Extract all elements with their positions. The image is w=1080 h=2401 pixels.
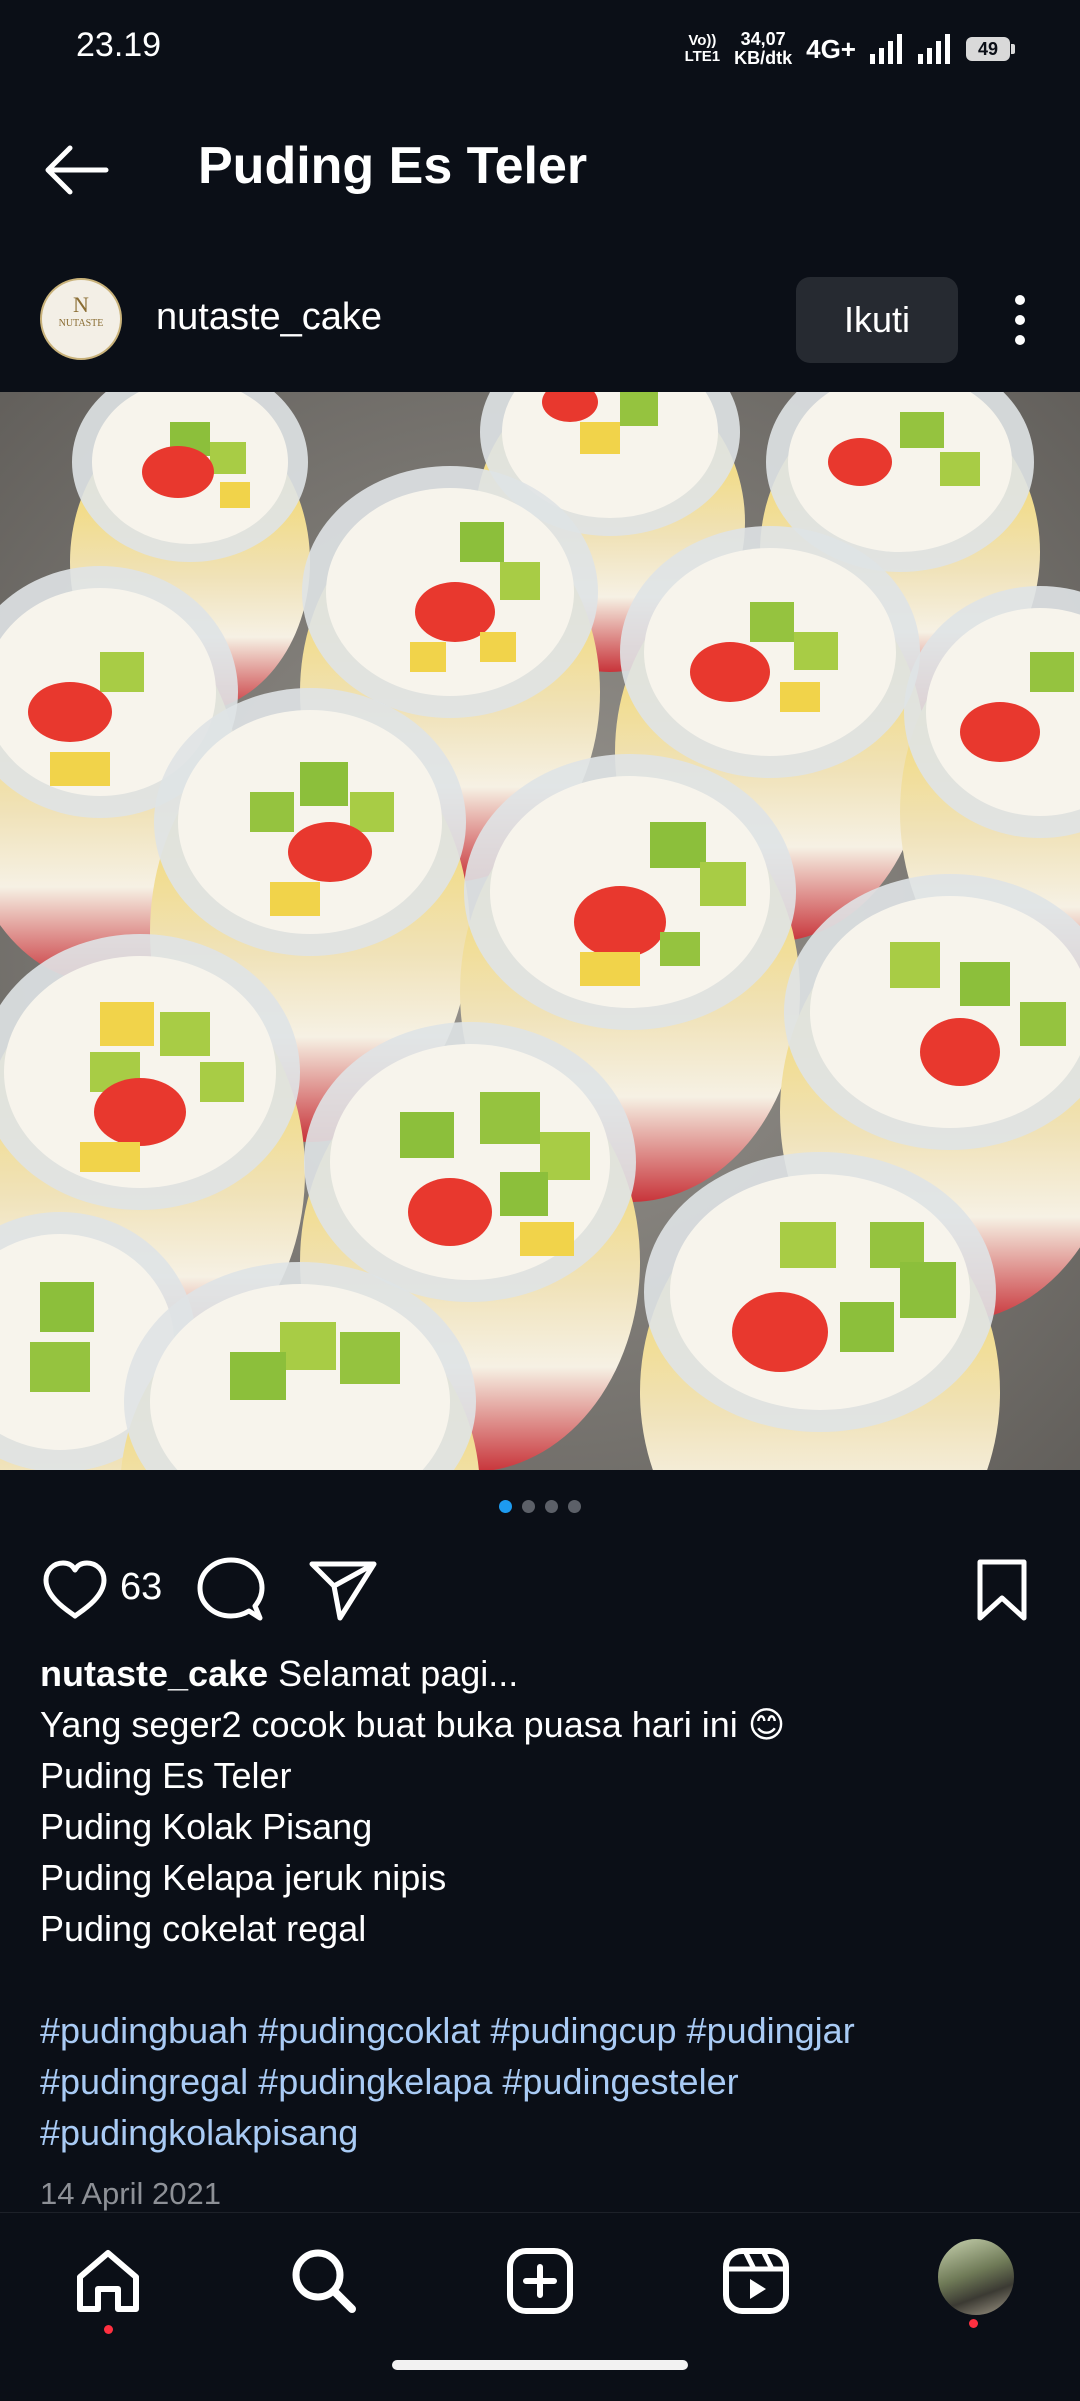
nav-reels[interactable] <box>716 2241 796 2321</box>
send-icon <box>309 1561 377 1621</box>
post-actions: 63 <box>0 1540 1080 1636</box>
nav-search[interactable] <box>284 2241 364 2321</box>
more-vertical-icon <box>1015 295 1025 345</box>
like-button[interactable] <box>40 1558 110 1622</box>
status-bar: 23.19 Vo)) LTE1 34,07 KB/dtk 4G+ 49 <box>0 0 1080 96</box>
home-icon <box>77 2250 139 2312</box>
caption-line: Yang seger2 cocok buat buka puasa hari i… <box>40 1704 786 1745</box>
create-icon <box>507 2248 573 2314</box>
bookmark-icon <box>977 1559 1027 1621</box>
header: Puding Es Teler <box>0 96 1080 246</box>
carousel-dot-active <box>499 1500 512 1513</box>
battery-indicator: 49 <box>966 37 1015 61</box>
hashtag-line[interactable]: #pudingbuah #pudingcoklat #pudingcup #pu… <box>40 2005 1040 2056</box>
signal-icon-2 <box>918 34 950 64</box>
hashtag-line[interactable]: #pudingkolakpisang <box>40 2107 1040 2158</box>
follow-button[interactable]: Ikuti <box>796 277 958 363</box>
bottom-navigation <box>0 2212 1080 2401</box>
caption-line: Puding Kolak Pisang <box>40 1806 373 1847</box>
network-speed: 34,07 KB/dtk <box>734 30 792 68</box>
avatar-logo: N NUTASTE <box>52 292 110 346</box>
caption-username[interactable]: nutaste_cake <box>40 1653 268 1694</box>
profile-notification-dot <box>969 2319 978 2328</box>
network-type: 4G+ <box>806 33 856 64</box>
nav-profile-avatar[interactable] <box>936 2237 1016 2317</box>
post-date: 14 April 2021 <box>40 2176 221 2211</box>
network-speed-unit: KB/dtk <box>734 48 793 68</box>
back-button[interactable] <box>38 140 118 200</box>
comment-button[interactable] <box>196 1556 266 1624</box>
hashtag-line[interactable]: #pudingregal #pudingkelapa #pudingestele… <box>40 2056 1040 2107</box>
carousel-dot <box>545 1500 558 1513</box>
heart-icon <box>43 1560 107 1619</box>
comment-icon <box>197 1557 265 1621</box>
reels-icon <box>723 2248 789 2314</box>
author-avatar[interactable]: N NUTASTE <box>40 278 122 360</box>
post-image[interactable] <box>0 392 1080 1470</box>
status-icons: Vo)) LTE1 34,07 KB/dtk 4G+ 49 <box>685 26 1015 72</box>
more-options-button[interactable] <box>1000 288 1040 352</box>
volte-top: Vo)) <box>688 32 717 49</box>
caption-line: Puding Es Teler <box>40 1755 292 1796</box>
page-title: Puding Es Teler <box>198 137 588 195</box>
network-speed-value: 34,07 <box>740 29 786 49</box>
post-caption: nutaste_cake Selamat pagi... Yang seger2… <box>40 1648 1040 2158</box>
arrow-left-icon <box>45 145 109 195</box>
signal-icon <box>870 34 902 64</box>
post-header: N NUTASTE nutaste_cake Ikuti <box>0 246 1080 390</box>
like-count[interactable]: 63 <box>120 1566 162 1609</box>
avatar-logo-text: NUTASTE <box>58 318 104 329</box>
caption-line: Puding Kelapa jeruk nipis <box>40 1857 447 1898</box>
carousel-dot <box>522 1500 535 1513</box>
caption-first-line: nutaste_cake Selamat pagi... <box>40 1648 1040 1699</box>
caption-greeting: Selamat pagi... <box>278 1653 519 1694</box>
share-button[interactable] <box>306 1556 380 1624</box>
caption-line: Puding cokelat regal <box>40 1908 367 1949</box>
carousel-dot <box>568 1500 581 1513</box>
home-notification-dot <box>104 2325 113 2334</box>
volte-bottom: LTE1 <box>684 48 721 65</box>
author-username[interactable]: nutaste_cake <box>156 296 382 339</box>
volte-indicator: Vo)) LTE1 <box>685 33 721 65</box>
home-indicator[interactable] <box>392 2360 688 2370</box>
carousel-indicator <box>0 1500 1080 1520</box>
status-time: 23.19 <box>76 26 162 64</box>
nav-create[interactable] <box>500 2241 580 2321</box>
pudding-jars-photo <box>0 392 1080 1470</box>
save-button[interactable] <box>972 1556 1032 1624</box>
nav-home[interactable] <box>68 2241 148 2334</box>
search-icon <box>292 2249 356 2313</box>
